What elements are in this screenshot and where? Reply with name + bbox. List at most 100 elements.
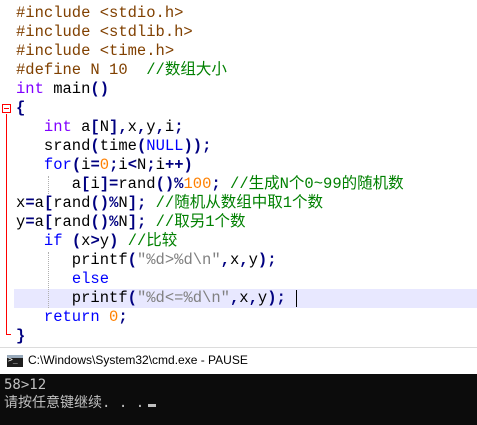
code-token: int <box>16 80 44 98</box>
code-token: a <box>34 213 44 231</box>
code-editor[interactable]: #include <stdio.h> #include <stdlib.h> #in… <box>0 0 477 347</box>
code-token: [ <box>43 194 54 212</box>
code-token: y <box>146 118 156 136</box>
code-token: , <box>155 118 165 136</box>
text-cursor <box>296 290 297 307</box>
fold-margin <box>0 0 14 347</box>
code-token: { <box>16 99 26 117</box>
code-line[interactable]: } <box>16 327 25 346</box>
code-token: ( <box>71 232 82 250</box>
code-token: y <box>257 289 268 307</box>
code-token: printf <box>16 289 128 307</box>
code-token: if <box>43 232 63 250</box>
code-token: i <box>155 156 165 174</box>
code-line[interactable]: #define N 10 //数组大小 <box>16 61 227 80</box>
code-token: i <box>90 175 100 193</box>
code-token: ( <box>71 156 82 174</box>
code-token: printf <box>16 251 128 269</box>
code-token: 0 <box>109 308 119 326</box>
code-token: x <box>229 251 240 269</box>
code-token: [ <box>43 213 54 231</box>
code-token: rand <box>53 194 91 212</box>
code-token: time <box>99 137 137 155</box>
code-token: //取另1个数 <box>155 213 246 231</box>
code-token: i <box>118 156 128 174</box>
code-line[interactable]: int main() <box>16 80 109 99</box>
code-line[interactable]: for(i=0;i<N;i++) <box>16 156 193 175</box>
code-token: ++) <box>164 156 193 174</box>
code-token: = <box>25 194 35 212</box>
code-line[interactable]: return 0; <box>16 308 128 327</box>
code-token: = <box>25 213 35 231</box>
code-token: //生成N个0~99的随机数 <box>230 175 404 193</box>
console-window[interactable]: C:\Windows\System32\cmd.exe - PAUSE 58>1… <box>0 347 477 425</box>
code-token: "%d>%d\n" <box>136 251 221 269</box>
code-token: 100 <box>183 175 212 193</box>
code-token: )); <box>183 137 212 155</box>
code-line[interactable]: int a[N],x,y,i; <box>16 118 184 137</box>
code-token: x <box>16 194 26 212</box>
code-line[interactable]: y=a[rand()%N]; //取另1个数 <box>16 213 246 232</box>
code-line[interactable]: #include <time.h> <box>16 42 174 61</box>
code-token: #include <stdio.h> <box>16 4 184 22</box>
code-line[interactable]: else <box>16 270 109 289</box>
code-token: [ <box>90 118 100 136</box>
code-token: N <box>118 194 128 212</box>
console-prompt-line: 请按任意键继续. . . <box>4 395 157 412</box>
code-token: ], <box>109 118 128 136</box>
code-token: int <box>43 118 72 136</box>
code-line[interactable]: { <box>16 99 25 118</box>
code-token: ); <box>267 289 286 307</box>
code-token: } <box>16 327 26 345</box>
code-token: , <box>220 251 230 269</box>
code-token: N <box>137 156 147 174</box>
cmd-icon <box>7 355 23 367</box>
code-token: ; <box>174 118 184 136</box>
code-token: a <box>71 118 91 136</box>
code-token: ; <box>211 175 221 193</box>
code-token: , <box>239 251 249 269</box>
code-token: ( <box>127 251 137 269</box>
code-line[interactable]: srand(time(NULL)); <box>16 137 212 156</box>
code-token: , <box>136 118 147 136</box>
fold-end-marker <box>6 334 11 335</box>
code-token: //比较 <box>127 232 178 250</box>
code-line[interactable]: a[i]=rand()%100; //生成N个0~99的随机数 <box>16 175 404 194</box>
code-token: ()% <box>90 194 119 212</box>
code-token: rand <box>53 213 91 231</box>
code-token: ; <box>146 156 156 174</box>
code-line[interactable]: printf("%d>%d\n",x,y); <box>16 251 277 270</box>
code-token: rand <box>118 175 156 193</box>
code-token: () <box>90 80 110 98</box>
code-token: //数组大小 <box>146 61 227 79</box>
code-token: 0 <box>99 156 110 174</box>
console-prompt-text: 请按任意键继续. . . <box>4 395 145 411</box>
code-token: return <box>43 308 100 326</box>
code-line[interactable]: if (x>y) //比较 <box>16 232 177 251</box>
code-token: srand <box>16 137 91 155</box>
console-title: C:\Windows\System32\cmd.exe - PAUSE <box>28 353 248 367</box>
code-token: ( <box>136 137 147 155</box>
code-token: y <box>16 213 26 231</box>
code-token: #include <stdlib.h> <box>16 23 193 41</box>
code-token: else <box>71 270 110 288</box>
code-token: N <box>118 213 128 231</box>
console-output-line: 58>12 <box>4 377 47 393</box>
code-line[interactable]: #include <stdlib.h> <box>16 23 193 42</box>
code-token: //随机从数组中取1个数 <box>155 194 324 212</box>
code-token: for <box>43 156 72 174</box>
fold-toggle-icon[interactable] <box>2 104 11 113</box>
console-titlebar[interactable]: C:\Windows\System32\cmd.exe - PAUSE <box>0 347 477 374</box>
code-token: > <box>90 232 100 250</box>
code-token: ( <box>127 289 137 307</box>
code-token: , <box>229 289 240 307</box>
code-token: y <box>248 251 258 269</box>
code-line[interactable]: #include <stdio.h> <box>16 4 183 23</box>
code-line[interactable]: x=a[rand()%N]; //随机从数组中取1个数 <box>16 194 323 213</box>
code-line[interactable]: printf("%d<=%d\n",x,y); <box>16 289 286 308</box>
code-token: ( <box>90 137 100 155</box>
